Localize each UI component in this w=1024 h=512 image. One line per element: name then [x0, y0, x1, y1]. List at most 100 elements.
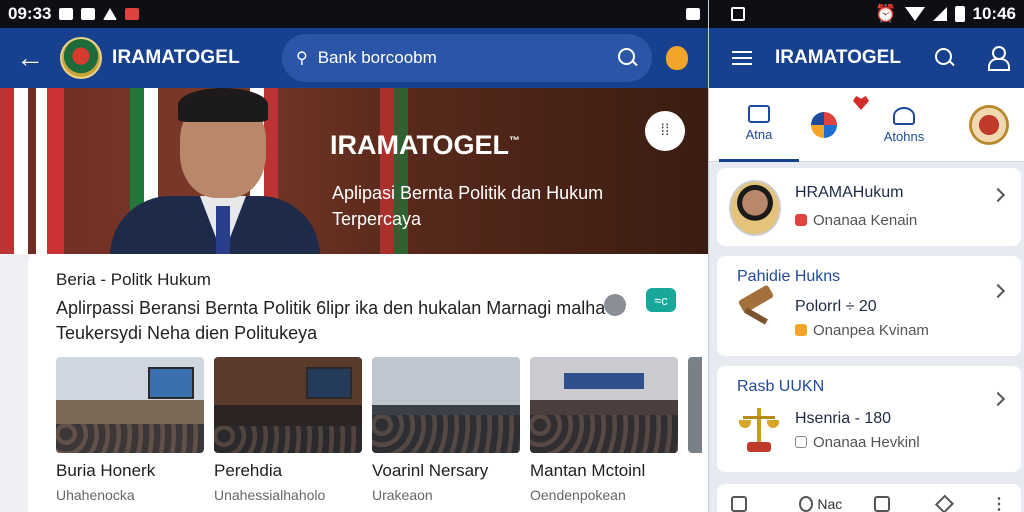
news-title: Buria Honerk	[56, 461, 156, 480]
news-thumbnails: Buria Honerk Uhahenocka Perehdia Unahess…	[56, 357, 702, 503]
hero-banner: IRAMATOGEL™ Aplipasi Bernta Politik dan …	[0, 88, 708, 254]
user-icon[interactable]	[987, 46, 1010, 71]
tab-label: Atohns	[883, 128, 925, 144]
card-subtitle: Onanaa Kenain	[795, 212, 917, 229]
hero-title: IRAMATOGEL™	[330, 130, 520, 160]
tab-trending[interactable]	[789, 88, 869, 162]
more-options-button[interactable]: ⁞⁞	[645, 111, 685, 151]
search-icon[interactable]	[618, 48, 638, 68]
chat-button[interactable]: ≈c	[646, 288, 676, 312]
chevron-right-icon	[990, 391, 1006, 407]
status-dot-icon	[795, 436, 807, 448]
news-thumb[interactable]: Buria Honerk Uhahenocka	[56, 357, 204, 503]
search-bar[interactable]: ⚲	[282, 34, 652, 82]
tab-label: Atna	[745, 127, 773, 142]
category-tabs: Atna Atohns	[709, 88, 1024, 162]
scales-icon	[739, 408, 779, 452]
app-logo	[60, 37, 102, 79]
list-card[interactable]: HRAMAHukum Onanaa Kenain	[717, 168, 1021, 246]
search-input[interactable]	[317, 48, 618, 68]
signal-icon	[932, 7, 947, 21]
photo-icon	[81, 8, 96, 20]
lightbulb-icon[interactable]	[666, 46, 688, 70]
right-app-pane: ⏰ 10:46 IRAMATOGEL Atna Atohns HRAMAHuku…	[708, 0, 1024, 512]
signal-icon	[103, 8, 118, 20]
sparkle-icon	[811, 112, 837, 138]
news-thumb[interactable]: Voarinl Nersary Urakeaon	[372, 357, 520, 503]
official-photo	[100, 88, 320, 254]
top-app-bar: IRAMATOGEL	[709, 28, 1024, 88]
tab-emblem[interactable]	[959, 88, 1019, 162]
status-time: 09:33	[8, 4, 52, 23]
list-card[interactable]: Pahidie Hukns Polorrl ÷ 20 Onanpea Kvina…	[717, 256, 1021, 356]
battery-icon	[686, 8, 700, 20]
flag-graphic	[36, 88, 64, 254]
news-icon	[748, 105, 770, 123]
status-time: 10:46	[972, 4, 1016, 23]
photo-icon	[731, 7, 745, 21]
card-value: Polorrl ÷ 20	[795, 298, 877, 315]
top-app-bar: ← IRAMATOGEL ⚲	[0, 28, 708, 88]
flag-graphic	[0, 88, 28, 254]
status-bar: ⏰ 10:46	[709, 0, 1024, 28]
gavel-icon	[735, 284, 779, 325]
news-title: Perehdia	[214, 461, 283, 480]
news-thumb-peek[interactable]	[688, 357, 702, 453]
news-subtitle: Oendenpokean	[530, 487, 626, 503]
news-subtitle: Urakeaon	[372, 487, 433, 503]
news-image	[56, 357, 204, 453]
news-card: Beria - Politk Hukum Aplirpassi Beransi …	[28, 254, 708, 512]
arrow-left-icon: ←	[16, 42, 44, 73]
heart-icon	[853, 96, 869, 110]
seal-icon	[969, 105, 1009, 145]
share-icon[interactable]	[604, 294, 626, 316]
dots-icon: ⁞⁞	[660, 122, 670, 139]
tab-news[interactable]: Atna	[719, 88, 799, 162]
more-icon[interactable]: ⋮	[991, 494, 1007, 512]
tab-authors[interactable]: Atohns	[869, 88, 939, 162]
avatar	[729, 180, 781, 236]
news-image	[372, 357, 520, 453]
app-notification-icon	[125, 8, 140, 20]
list-card[interactable]: Rasb UUKN Hsenria - 180 Onanaa Hevkinl	[717, 366, 1021, 472]
news-title: Voarinl Nersary	[372, 461, 489, 480]
card-name: Pahidie Hukns	[737, 268, 841, 285]
news-image	[530, 357, 678, 453]
app-brand: IRAMATOGEL	[112, 47, 240, 68]
card-name: Rasb UUKN	[737, 378, 825, 395]
card-subtitle: Onanpea Kvinam	[795, 322, 929, 339]
menu-button[interactable]	[709, 28, 775, 88]
list-icon[interactable]	[731, 496, 748, 512]
battery-icon	[954, 6, 965, 22]
news-thumb[interactable]: Mantan Mctoinl Oendenpokean	[530, 357, 678, 503]
app-brand: IRAMATOGEL	[775, 47, 901, 68]
bottom-nav-label[interactable]: Nac	[817, 496, 842, 512]
news-thumb[interactable]: Perehdia Unahessialhaholo	[214, 357, 362, 503]
wifi-icon	[904, 7, 925, 21]
status-dot-icon	[795, 324, 807, 336]
bookmark-icon[interactable]	[874, 496, 891, 512]
circle-icon[interactable]	[799, 496, 814, 512]
news-title: Mantan Mctoinl	[530, 461, 646, 480]
news-image	[214, 357, 362, 453]
search-icon[interactable]	[935, 48, 955, 68]
status-bar: 09:33	[0, 0, 708, 28]
diamond-icon[interactable]	[935, 494, 955, 512]
section-title: Beria - Politk Hukum	[56, 270, 211, 289]
notification-icon	[59, 8, 74, 20]
mic-icon[interactable]: ⚲	[296, 48, 308, 68]
card-value: Hsenria - 180	[795, 410, 892, 427]
card-name: HRAMAHukum	[795, 184, 904, 201]
card-subtitle: Onanaa Hevkinl	[795, 434, 920, 451]
news-subtitle: Uhahenocka	[56, 487, 135, 503]
status-dot-icon	[795, 214, 807, 226]
section-description: Aplirpassi Beransi Bernta Politik 6lipr …	[56, 298, 606, 343]
chevron-right-icon	[990, 283, 1006, 299]
back-button[interactable]: ←	[0, 28, 60, 88]
screenshot-frame: 09:33 ← IRAMATOGEL ⚲ Bank borcoobm IRAMA…	[0, 0, 1024, 512]
news-subtitle: Unahessialhaholo	[214, 487, 326, 503]
chevron-right-icon	[990, 187, 1006, 203]
person-icon	[893, 106, 915, 125]
hero-subtitle: Aplipasi Bernta Politik dan Hukum Terper…	[332, 183, 604, 229]
left-app-pane: 09:33 ← IRAMATOGEL ⚲ Bank borcoobm IRAMA…	[0, 0, 708, 512]
